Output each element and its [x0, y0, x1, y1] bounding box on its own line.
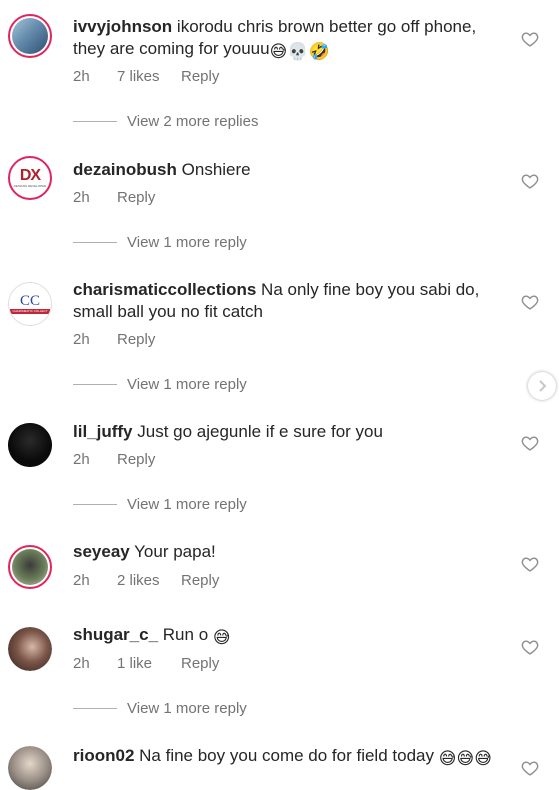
timestamp: 2h	[73, 189, 90, 206]
comment-text: lil_juffy Just go ajegunle if e sure for…	[73, 421, 513, 443]
username[interactable]: seyeay	[73, 542, 130, 561]
username[interactable]: ivvyjohnson	[73, 17, 172, 36]
timestamp: 2h	[73, 451, 90, 468]
timestamp: 2h	[73, 68, 90, 85]
username[interactable]: rioon02	[73, 746, 134, 765]
comment-meta: 2h 1 like Reply	[73, 655, 219, 672]
avatar-logo-text: CC	[19, 293, 40, 309]
emoji: 😅	[438, 749, 457, 768]
comment-body: Your papa!	[134, 542, 216, 561]
divider-line	[73, 121, 117, 122]
divider-line	[73, 242, 117, 243]
comment-meta: 2h Reply	[73, 331, 155, 348]
comment-body: Run o	[162, 625, 209, 644]
comment-body: Na fine boy you come do for field today	[139, 746, 434, 765]
heart-icon[interactable]	[521, 435, 539, 451]
comment-text: seyeay Your papa!	[73, 541, 513, 563]
comment-text: rioon02 Na fine boy you come do for fiel…	[73, 745, 513, 770]
next-button[interactable]	[528, 372, 556, 400]
username[interactable]: charismaticcollections	[73, 280, 256, 299]
avatar-logo-text: DX	[19, 167, 41, 184]
comment-text: ivvyjohnson ikorodu chris brown better g…	[73, 16, 513, 63]
avatar-logo-subtext: DESIGNS DEVELOPER	[13, 184, 47, 188]
view-replies-button[interactable]: View 1 more reply	[73, 700, 247, 717]
emoji: 😅	[212, 628, 231, 647]
divider-line	[73, 504, 117, 505]
view-replies-button[interactable]: View 2 more replies	[73, 113, 258, 130]
comment-meta: 2h 2 likes Reply	[73, 572, 219, 589]
chevron-right-icon	[539, 380, 547, 392]
emoji: 😅	[456, 749, 475, 768]
view-replies-button[interactable]: View 1 more reply	[73, 234, 247, 251]
view-replies-button[interactable]: View 1 more reply	[73, 376, 247, 393]
view-replies-label: View 1 more reply	[127, 496, 247, 513]
reply-button[interactable]: Reply	[117, 451, 155, 468]
reply-button[interactable]: Reply	[117, 189, 155, 206]
likes-count[interactable]: 2 likes	[117, 572, 181, 589]
comment-body: Just go ajegunle if e sure for you	[137, 422, 383, 441]
username[interactable]: dezainobush	[73, 160, 177, 179]
divider-line	[73, 708, 117, 709]
avatar[interactable]	[8, 627, 52, 671]
emoji: 😅	[474, 749, 492, 768]
emoji: 😅	[269, 42, 288, 61]
avatar[interactable]: CC CHARISMATIC COLLECT	[8, 282, 52, 326]
timestamp: 2h	[73, 331, 90, 348]
view-replies-label: View 2 more replies	[127, 113, 259, 130]
view-replies-label: View 1 more reply	[127, 234, 247, 251]
heart-icon[interactable]	[521, 294, 539, 310]
avatar[interactable]	[8, 545, 52, 589]
avatar[interactable]: DX DESIGNS DEVELOPER	[8, 156, 52, 200]
reply-button[interactable]: Reply	[181, 572, 219, 589]
comment-meta: 2h Reply	[73, 451, 155, 468]
timestamp: 2h	[73, 572, 90, 589]
avatar[interactable]	[8, 14, 52, 58]
avatar-logo-subtext: CHARISMATIC COLLECT	[10, 309, 50, 314]
reply-button[interactable]: Reply	[117, 331, 155, 348]
likes-count[interactable]: 7 likes	[117, 68, 181, 85]
heart-icon[interactable]	[521, 556, 539, 572]
comment-text: charismaticcollections Na only fine boy …	[73, 279, 513, 323]
emoji: 💀	[287, 42, 309, 61]
emoji: 🤣	[308, 42, 330, 61]
comment-body: Onshiere	[181, 160, 251, 179]
view-replies-label: View 1 more reply	[127, 376, 247, 393]
reply-button[interactable]: Reply	[181, 655, 219, 672]
avatar[interactable]	[8, 746, 52, 790]
comment-text: shugar_c_ Run o 😅	[73, 624, 513, 649]
comment-text: dezainobush Onshiere	[73, 159, 513, 181]
comment-meta: 2h Reply	[73, 189, 155, 206]
avatar[interactable]	[8, 423, 52, 467]
heart-icon[interactable]	[521, 173, 539, 189]
likes-count[interactable]: 1 like	[117, 655, 181, 672]
view-replies-button[interactable]: View 1 more reply	[73, 496, 247, 513]
heart-icon[interactable]	[521, 639, 539, 655]
divider-line	[73, 384, 117, 385]
username[interactable]: lil_juffy	[73, 422, 133, 441]
heart-icon[interactable]	[521, 760, 539, 776]
comment-meta: 2h 7 likes Reply	[73, 68, 219, 85]
heart-icon[interactable]	[521, 31, 539, 47]
reply-button[interactable]: Reply	[181, 68, 219, 85]
view-replies-label: View 1 more reply	[127, 700, 247, 717]
timestamp: 2h	[73, 655, 90, 672]
username[interactable]: shugar_c_	[73, 625, 158, 644]
